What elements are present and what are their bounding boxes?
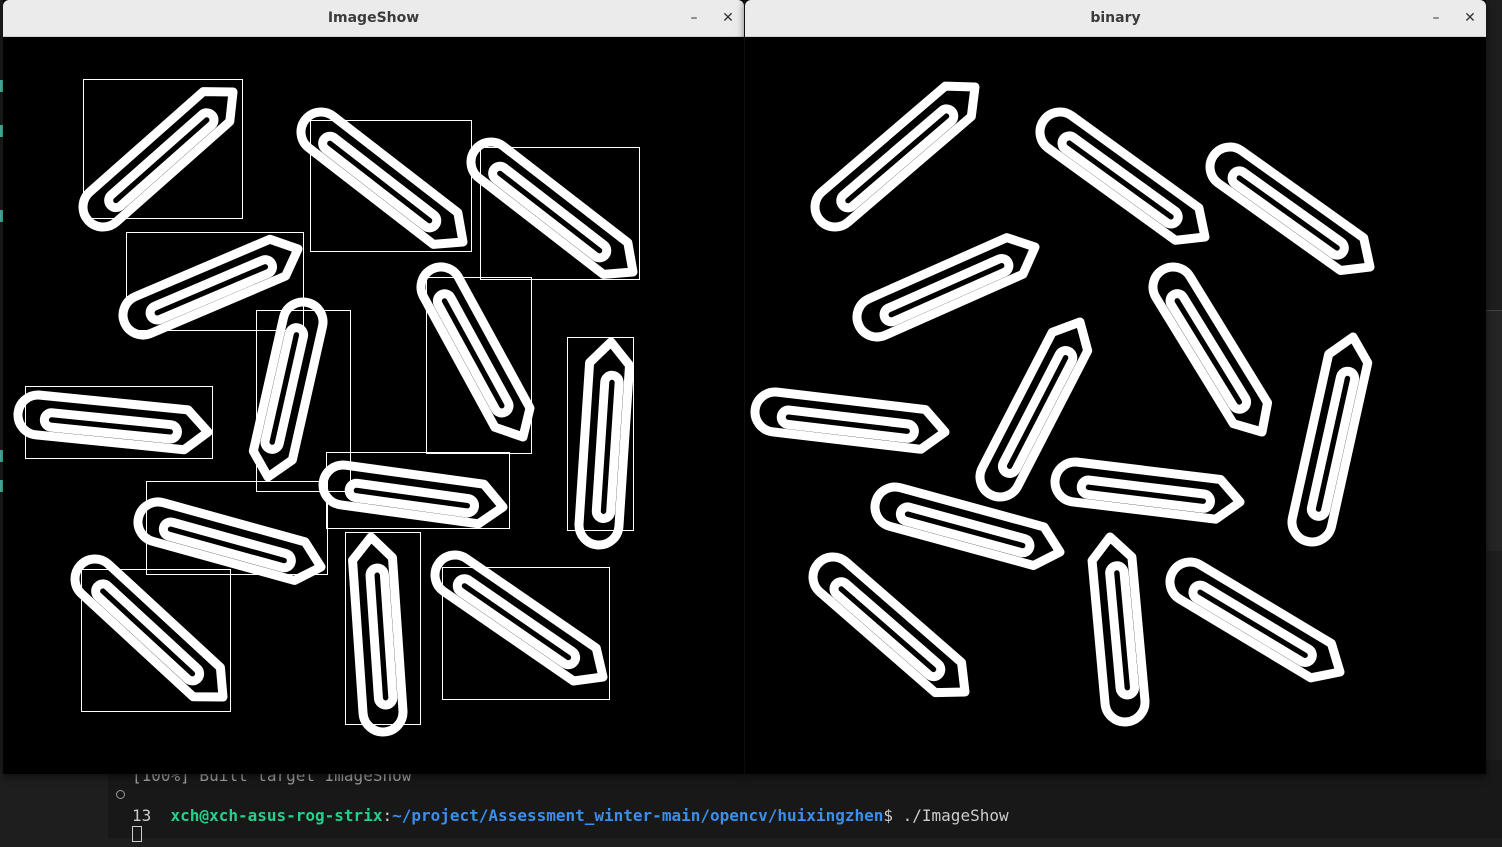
paperclip-shape bbox=[1087, 532, 1150, 727]
minimize-button[interactable]: – bbox=[684, 8, 704, 28]
close-button[interactable]: ✕ bbox=[718, 8, 738, 28]
terminal-cursor bbox=[132, 826, 142, 842]
paperclip-shape bbox=[574, 337, 635, 550]
binary-paperclip-image bbox=[750, 81, 1375, 727]
paperclip-shape bbox=[118, 234, 303, 340]
paperclip-shape bbox=[870, 482, 1065, 571]
paperclip-inner-loop bbox=[591, 370, 624, 523]
window-title: ImageShow bbox=[327, 10, 420, 26]
paperclip-shape bbox=[1205, 142, 1375, 275]
paperclip-shape bbox=[348, 532, 408, 737]
paperclip-shape bbox=[1035, 107, 1210, 245]
terminal-output: 13 bbox=[132, 806, 152, 825]
paperclip-shape bbox=[810, 81, 980, 232]
paperclip-shape bbox=[466, 137, 638, 279]
paperclip-shape bbox=[296, 107, 468, 249]
paperclip-shape bbox=[975, 317, 1093, 502]
prompt-path: ~/project/Assessment_winter-main/opencv/… bbox=[392, 806, 884, 825]
binary-canvas bbox=[745, 37, 1486, 774]
binary-titlebar[interactable]: binary – ✕ bbox=[745, 0, 1486, 37]
paperclip-shape bbox=[416, 262, 535, 442]
paperclip-shape bbox=[13, 390, 213, 455]
paperclip-shape bbox=[852, 233, 1040, 342]
paperclip-shape bbox=[78, 87, 238, 232]
imageshow-titlebar[interactable]: ImageShow – ✕ bbox=[3, 0, 744, 37]
paperclip-shape bbox=[248, 297, 328, 482]
side-panel bbox=[1484, 310, 1502, 551]
bounding-box bbox=[81, 569, 231, 712]
terminal-cursor-line[interactable] bbox=[132, 824, 142, 845]
prompt-user: xch@xch-asus-rog-strix bbox=[170, 806, 383, 825]
paperclip-inner-loop bbox=[365, 563, 398, 710]
close-button[interactable]: ✕ bbox=[1460, 8, 1480, 28]
minimize-button[interactable]: – bbox=[1426, 8, 1446, 28]
binary-window[interactable]: binary – ✕ bbox=[745, 0, 1486, 774]
paperclip-shape bbox=[1287, 332, 1373, 547]
command-status-icon bbox=[116, 790, 125, 799]
paperclip-shape bbox=[70, 554, 228, 702]
window-title: binary bbox=[1090, 10, 1141, 26]
paperclip-shape bbox=[750, 387, 950, 454]
imageshow-window[interactable]: ImageShow – ✕ bbox=[3, 0, 744, 774]
prompt-command: $ ./ImageShow bbox=[883, 806, 1009, 825]
prompt-separator: : bbox=[382, 806, 393, 825]
paperclip-shape bbox=[1165, 557, 1345, 683]
paperclip-shape bbox=[808, 552, 970, 698]
paperclip-shape bbox=[133, 497, 326, 585]
paperclip-shape bbox=[1050, 457, 1245, 524]
paperclip-shape bbox=[1148, 262, 1273, 437]
paperclip-shape bbox=[430, 550, 608, 686]
imageshow-canvas bbox=[3, 37, 744, 774]
paperclip-image-with-boxes bbox=[13, 79, 640, 737]
